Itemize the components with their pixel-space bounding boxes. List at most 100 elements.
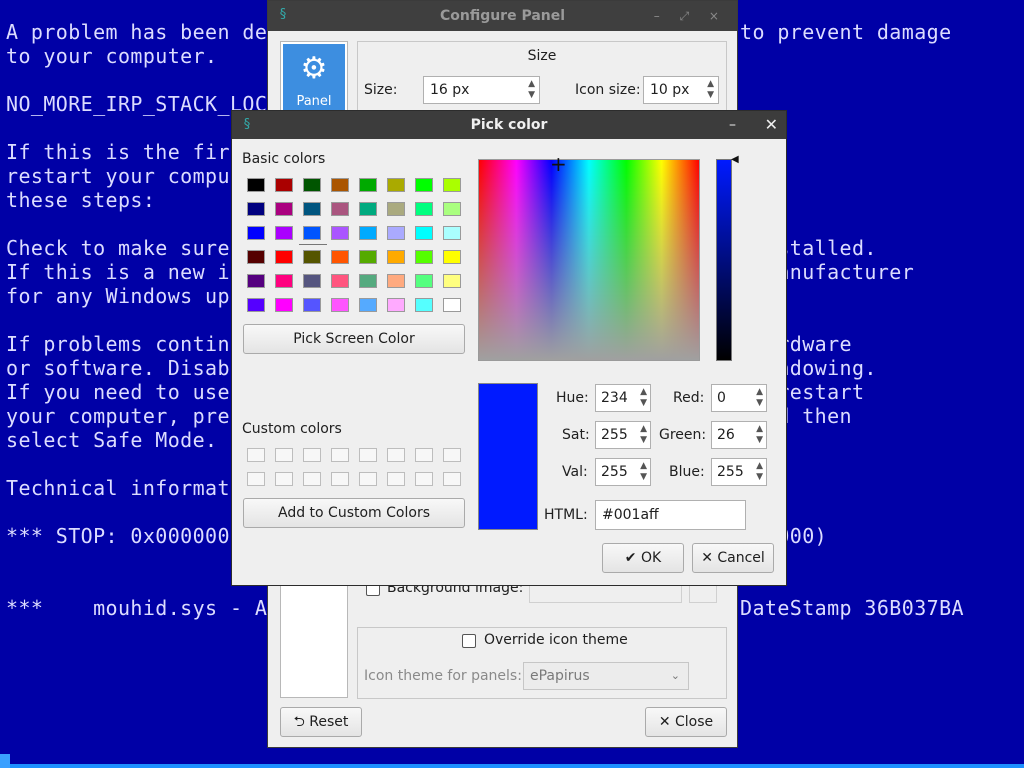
basic-color-swatch[interactable] <box>415 178 433 192</box>
basic-color-swatch[interactable] <box>275 274 293 288</box>
basic-color-swatch[interactable] <box>387 298 405 312</box>
custom-color-swatch[interactable] <box>359 472 377 486</box>
basic-color-swatch[interactable] <box>247 202 265 216</box>
section-item-panel[interactable]: ⚙ Panel <box>283 44 345 116</box>
basic-color-swatch[interactable] <box>303 178 321 192</box>
configure-panel-titlebar[interactable]: § Configure Panel – ⤢ × <box>268 1 737 31</box>
spin-arrows-icon[interactable]: ▲ ▼ <box>707 79 714 101</box>
spin-arrows-icon[interactable]: ▲ ▼ <box>640 387 647 409</box>
hue-label: Hue: <box>556 390 589 406</box>
basic-color-swatch[interactable] <box>443 274 461 288</box>
override-icon-theme-checkbox[interactable] <box>462 634 476 648</box>
basic-color-swatch[interactable] <box>359 250 377 264</box>
green-spinbox[interactable]: 26 ▲ ▼ <box>711 421 767 449</box>
basic-color-swatch[interactable] <box>275 250 293 264</box>
value-slider[interactable] <box>716 159 732 361</box>
basic-color-swatch[interactable] <box>303 202 321 216</box>
pick-color-titlebar[interactable]: § Pick color – ✕ <box>232 111 786 139</box>
basic-color-swatch[interactable] <box>331 178 349 192</box>
basic-color-swatch[interactable] <box>303 298 321 312</box>
custom-color-swatch[interactable] <box>415 472 433 486</box>
close-icon[interactable]: ✕ <box>765 111 778 139</box>
basic-color-swatch[interactable] <box>387 178 405 192</box>
basic-color-swatch[interactable] <box>275 298 293 312</box>
close-button[interactable]: ✕ Close <box>645 707 727 737</box>
icon-theme-combo[interactable]: ePapirus ⌄ <box>523 662 689 690</box>
cancel-button[interactable]: ✕ Cancel <box>692 543 774 573</box>
add-to-custom-colors-button[interactable]: Add to Custom Colors <box>243 498 465 528</box>
taskbar-corner[interactable] <box>0 754 10 768</box>
size-spinbox[interactable]: 16 px ▲ ▼ <box>423 76 540 104</box>
custom-color-swatch[interactable] <box>303 472 321 486</box>
custom-color-swatch[interactable] <box>303 448 321 462</box>
basic-color-swatch[interactable] <box>387 274 405 288</box>
custom-color-swatch[interactable] <box>247 472 265 486</box>
basic-color-swatch[interactable] <box>247 178 265 192</box>
red-spinbox[interactable]: 0 ▲ ▼ <box>711 384 767 412</box>
custom-color-swatch[interactable] <box>359 448 377 462</box>
custom-color-swatch[interactable] <box>331 472 349 486</box>
html-color-input[interactable]: #001aff <box>595 500 746 530</box>
sat-spinbox[interactable]: 255 ▲ ▼ <box>595 421 651 449</box>
basic-color-swatch[interactable] <box>415 226 433 240</box>
basic-color-swatch[interactable] <box>387 226 405 240</box>
basic-color-swatch[interactable] <box>443 178 461 192</box>
spin-arrows-icon[interactable]: ▲ ▼ <box>756 461 763 483</box>
custom-color-swatch[interactable] <box>443 448 461 462</box>
blue-spinbox[interactable]: 255 ▲ ▼ <box>711 458 767 486</box>
basic-color-swatch[interactable] <box>331 298 349 312</box>
basic-color-swatch[interactable] <box>443 226 461 240</box>
basic-color-swatch[interactable] <box>247 250 265 264</box>
hue-spinbox[interactable]: 234 ▲ ▼ <box>595 384 651 412</box>
minimize-icon[interactable]: – <box>729 111 736 139</box>
basic-color-swatch[interactable] <box>331 250 349 264</box>
basic-color-swatch[interactable] <box>443 250 461 264</box>
basic-color-swatch[interactable] <box>303 274 321 288</box>
slider-arrow-icon[interactable]: ◀ <box>731 154 739 165</box>
basic-color-swatch[interactable] <box>247 274 265 288</box>
reset-button[interactable]: ⮌ Reset <box>280 707 362 737</box>
basic-color-swatch[interactable] <box>443 202 461 216</box>
custom-color-swatch[interactable] <box>387 448 405 462</box>
basic-color-swatch[interactable] <box>415 250 433 264</box>
custom-color-swatch[interactable] <box>247 448 265 462</box>
basic-color-swatch[interactable] <box>359 298 377 312</box>
custom-color-swatch[interactable] <box>415 448 433 462</box>
pick-screen-color-button[interactable]: Pick Screen Color <box>243 324 465 354</box>
window-controls[interactable]: – ⤢ × <box>654 1 727 31</box>
basic-color-swatch[interactable] <box>359 202 377 216</box>
basic-color-swatch[interactable] <box>331 202 349 216</box>
basic-color-swatch[interactable] <box>415 298 433 312</box>
basic-color-swatch[interactable] <box>275 202 293 216</box>
basic-color-swatch[interactable] <box>247 226 265 240</box>
basic-color-swatch[interactable] <box>331 226 349 240</box>
basic-color-swatch[interactable] <box>415 202 433 216</box>
spin-arrows-icon[interactable]: ▲ ▼ <box>756 387 763 409</box>
basic-color-swatch[interactable] <box>359 274 377 288</box>
basic-color-swatch[interactable] <box>387 250 405 264</box>
basic-color-swatch[interactable] <box>387 202 405 216</box>
basic-color-swatch[interactable] <box>331 274 349 288</box>
custom-color-swatch[interactable] <box>275 448 293 462</box>
custom-color-swatch[interactable] <box>331 448 349 462</box>
custom-color-swatch[interactable] <box>443 472 461 486</box>
icon-size-spinbox[interactable]: 10 px ▲ ▼ <box>643 76 719 104</box>
basic-color-swatch[interactable] <box>359 226 377 240</box>
basic-color-swatch[interactable] <box>359 178 377 192</box>
spin-arrows-icon[interactable]: ▲ ▼ <box>756 424 763 446</box>
custom-color-swatch[interactable] <box>387 472 405 486</box>
basic-color-swatch[interactable] <box>303 250 321 264</box>
basic-color-swatch[interactable] <box>443 298 461 312</box>
spin-arrows-icon[interactable]: ▲ ▼ <box>640 461 647 483</box>
spin-arrows-icon[interactable]: ▲ ▼ <box>528 79 535 101</box>
ok-button[interactable]: ✔ OK <box>602 543 684 573</box>
val-spinbox[interactable]: 255 ▲ ▼ <box>595 458 651 486</box>
basic-color-swatch[interactable] <box>275 226 293 240</box>
spin-arrows-icon[interactable]: ▲ ▼ <box>640 424 647 446</box>
color-spectrum[interactable] <box>478 159 700 361</box>
basic-color-swatch[interactable] <box>303 226 321 240</box>
basic-color-swatch[interactable] <box>275 178 293 192</box>
basic-color-swatch[interactable] <box>247 298 265 312</box>
basic-color-swatch[interactable] <box>415 274 433 288</box>
custom-color-swatch[interactable] <box>275 472 293 486</box>
